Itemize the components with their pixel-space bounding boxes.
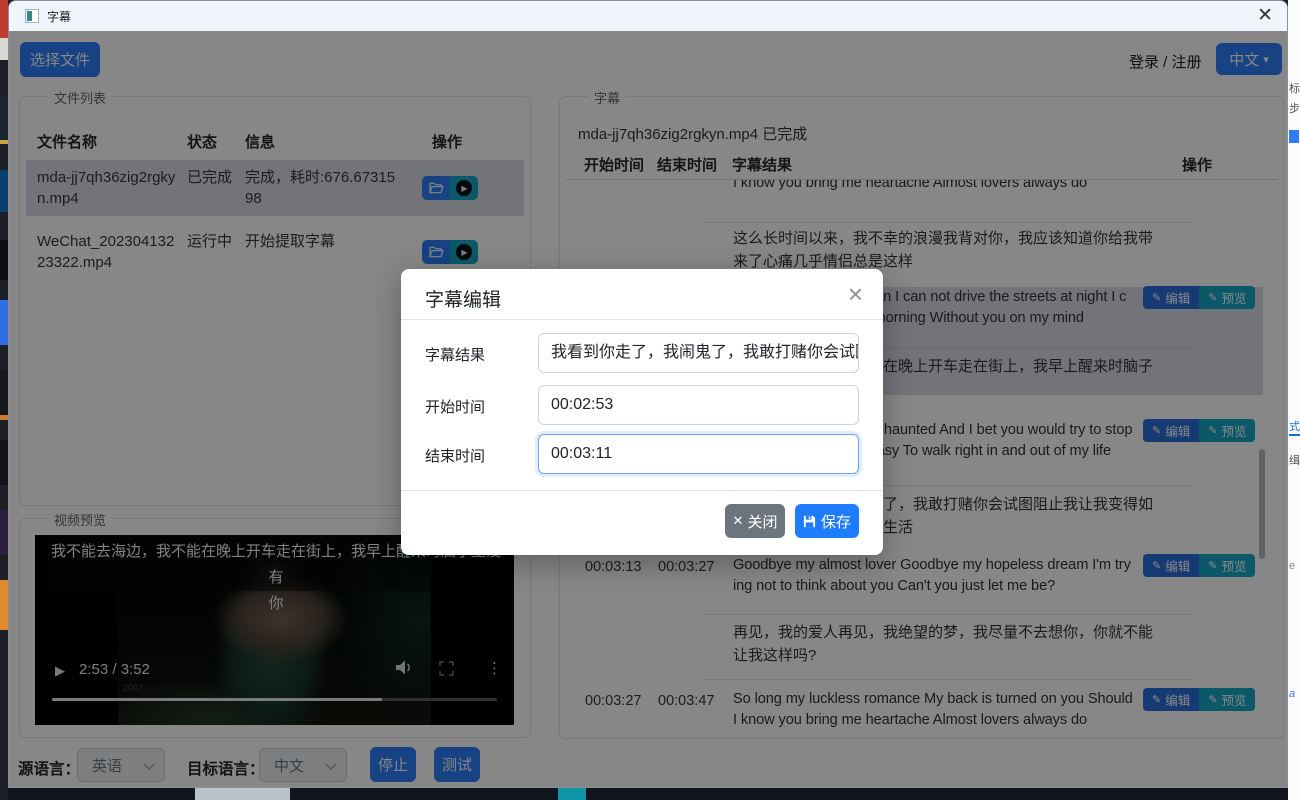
background-taskbar-edge — [8, 788, 1288, 800]
desktop-icon-sliver — [0, 510, 8, 555]
app-window: 字幕 ✕ 选择文件 登录 / 注册 中文 ▾ 文件列表 文件名称 状态 信息 操… — [8, 0, 1288, 788]
desktop-icon-sliver — [0, 240, 8, 280]
modal-footer-divider — [401, 490, 883, 491]
background-text: a — [1289, 688, 1295, 700]
close-label: 关闭 — [747, 511, 777, 532]
modal-header-divider — [401, 319, 883, 320]
modal-close-button[interactable]: ✕ 关闭 — [725, 504, 785, 538]
end-time-field-label: 结束时间 — [425, 445, 485, 466]
x-icon: ✕ — [733, 513, 744, 529]
app-icon — [25, 9, 39, 23]
background-text: 标 — [1289, 80, 1300, 96]
desktop-icon-sliver — [0, 95, 8, 144]
save-label: 保存 — [821, 511, 851, 532]
end-time-input[interactable]: 00:03:11 — [538, 434, 859, 474]
screen: 标 步 式 缉 e a 字幕 ✕ 选择文件 登录 / 注册 中文 ▾ — [0, 0, 1300, 800]
desktop-icon-sliver — [0, 0, 8, 38]
modal-close-icon[interactable]: × — [848, 279, 863, 309]
background-window-sliver — [558, 788, 586, 800]
background-text: 步 — [1289, 100, 1300, 116]
desktop-icon-sliver — [0, 580, 8, 630]
start-time-field-label: 开始时间 — [425, 396, 485, 417]
desktop-icon-sliver — [0, 300, 8, 345]
background-window-sliver — [195, 788, 290, 800]
result-field-label: 字幕结果 — [425, 344, 485, 365]
window-close-icon[interactable]: ✕ — [1257, 3, 1273, 29]
window-titlebar: 字幕 ✕ — [9, 1, 1287, 32]
result-input[interactable]: 我看到你走了，我闹鬼了，我敢打赌你会试图阻止我 — [538, 333, 859, 373]
modal-title: 字幕编辑 — [425, 285, 501, 312]
subtitle-edit-modal: 字幕编辑 × 字幕结果 我看到你走了，我闹鬼了，我敢打赌你会试图阻止我 开始时间… — [401, 269, 883, 555]
background-link-block — [1289, 130, 1299, 143]
background-text: e — [1289, 560, 1295, 572]
window-content: 选择文件 登录 / 注册 中文 ▾ 文件列表 文件名称 状态 信息 操作 mda… — [9, 31, 1288, 788]
window-title: 字幕 — [47, 8, 71, 25]
background-window-edge: 标 步 式 缉 e a — [1288, 0, 1300, 800]
desktop-icon-sliver — [0, 440, 8, 485]
desktop-icon-sliver — [0, 38, 8, 60]
modal-save-button[interactable]: 保存 — [795, 504, 859, 538]
desktop-edge — [0, 0, 8, 800]
desktop-icon-sliver — [0, 370, 8, 420]
save-icon — [803, 515, 816, 528]
desktop-icon-sliver — [0, 170, 8, 212]
start-time-input[interactable]: 00:02:53 — [538, 385, 859, 425]
background-text: 缉 — [1289, 452, 1300, 468]
background-text: 式 — [1289, 418, 1300, 436]
